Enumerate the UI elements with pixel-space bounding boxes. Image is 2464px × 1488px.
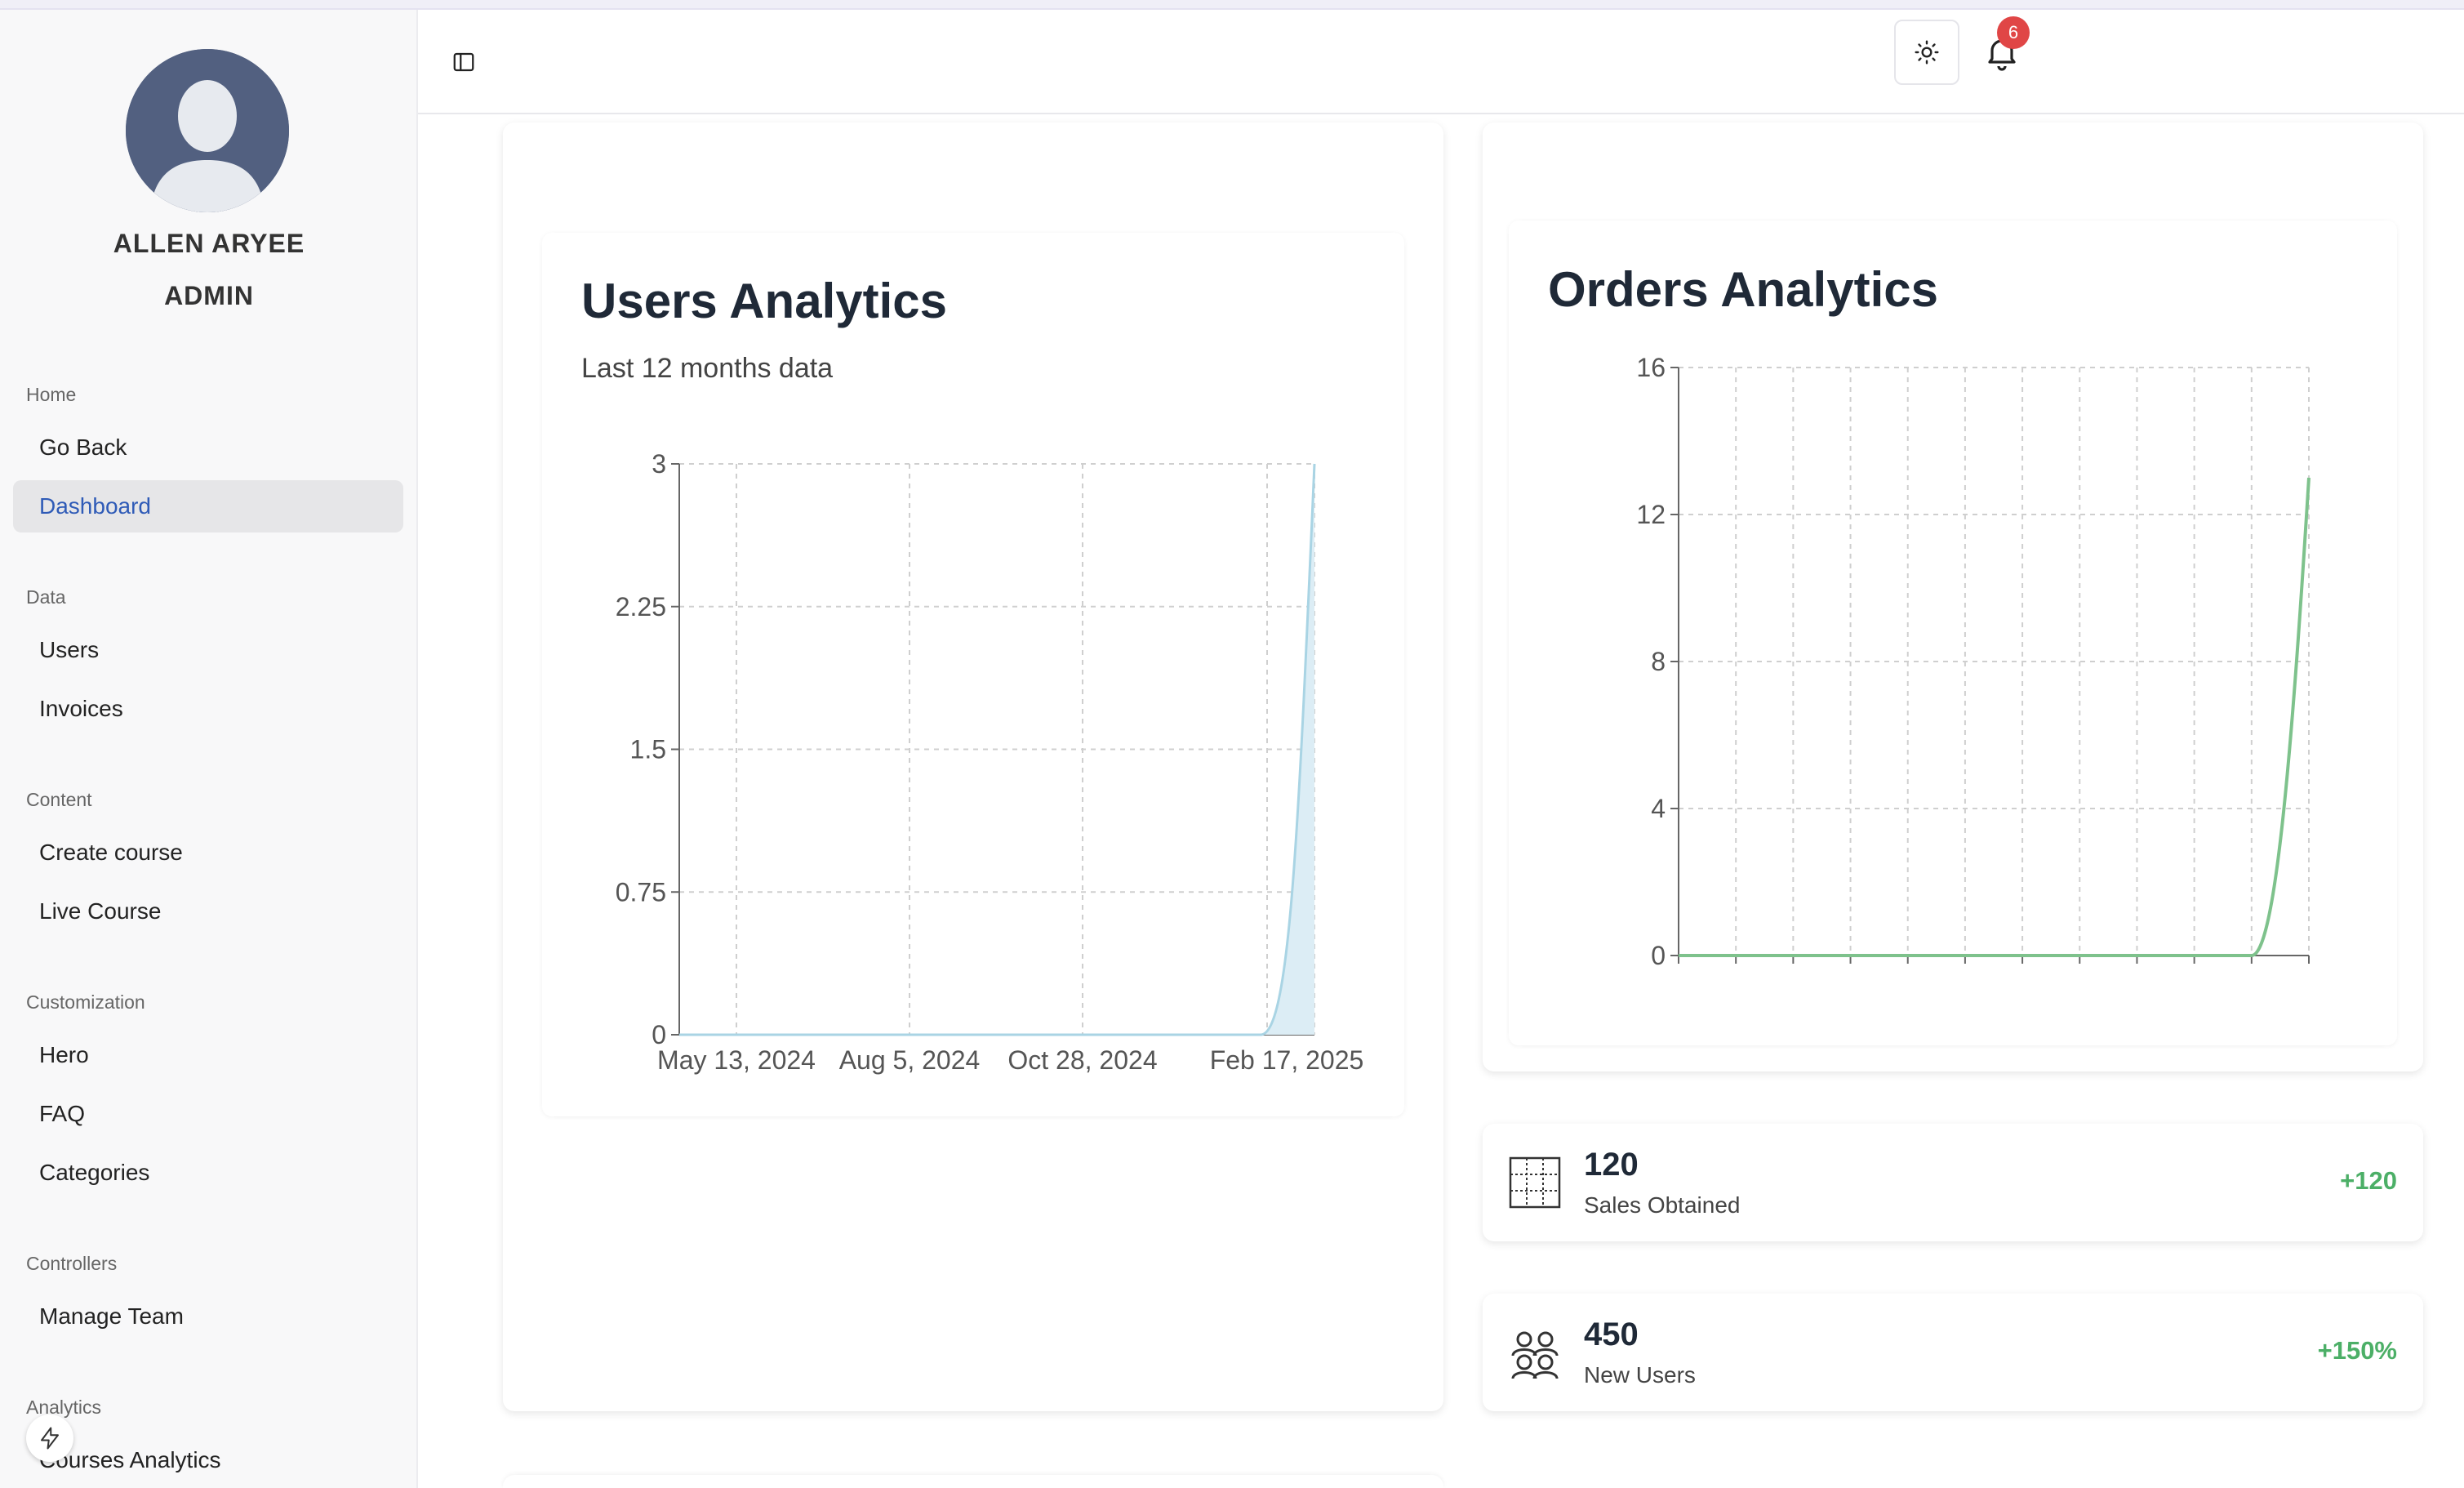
users-analytics-subtitle: Last 12 months data: [581, 353, 834, 384]
stat-label: Sales Obtained: [1584, 1192, 1741, 1218]
x-tick-label: Oct 28, 2024: [1007, 1045, 1157, 1075]
sidebar: ALLEN ARYEE ADMIN Home Go Back Dashboard…: [0, 10, 418, 1488]
y-tick-label: 0.75: [616, 877, 666, 907]
theme-toggle-button[interactable]: [1894, 20, 1959, 85]
x-tick-label: Feb 17, 2025: [1210, 1045, 1364, 1075]
section-label-content: Content: [26, 789, 92, 810]
user-silhouette-icon: [126, 49, 289, 212]
sidebar-item-users[interactable]: Users: [13, 624, 403, 676]
y-tick-label: 12: [1636, 500, 1666, 529]
table-grid-icon: [1509, 1156, 1561, 1209]
sidebar-item-create-course[interactable]: Create course: [13, 826, 403, 879]
orders-analytics-chart: 0 4 8 12 16: [1636, 353, 2311, 970]
user-role: ADMIN: [164, 281, 254, 310]
y-tick-label: 4: [1651, 794, 1666, 823]
bolt-icon: [41, 1427, 59, 1450]
sidebar-toggle-button[interactable]: [447, 46, 480, 78]
users-group-icon: [1511, 1331, 1559, 1379]
section-label-home: Home: [26, 384, 77, 405]
sidebar-item-go-back[interactable]: Go Back: [13, 421, 403, 474]
users-analytics-title: Users Analytics: [581, 274, 948, 328]
sidebar-item-invoices[interactable]: Invoices: [13, 683, 403, 735]
orders-analytics-title: Orders Analytics: [1548, 262, 1938, 317]
sidebar-item-manage-team[interactable]: Manage Team: [13, 1290, 403, 1343]
stat-change: +150%: [2317, 1336, 2397, 1365]
sidebar-item-faq[interactable]: FAQ: [13, 1088, 403, 1140]
y-tick-label: 0: [1651, 941, 1666, 970]
sidebar-item-live-course[interactable]: Live Course: [13, 885, 403, 938]
stat-label: New Users: [1584, 1362, 1696, 1388]
orders-series-line: [1679, 477, 2311, 957]
top-progress-line: [0, 0, 2464, 10]
sidebar-item-dashboard[interactable]: Dashboard: [13, 480, 403, 532]
section-label-customization: Customization: [26, 991, 145, 1013]
quick-action-button[interactable]: [26, 1414, 73, 1462]
next-card-edge: [503, 1475, 1443, 1488]
section-label-data: Data: [26, 586, 66, 608]
sidebar-item-hero[interactable]: Hero: [13, 1029, 403, 1081]
stat-card-sales: 120 Sales Obtained +120: [1483, 1124, 2423, 1241]
users-analytics-chart: 00.751.52.253May 13, 2024 Aug 5, 2024 Oct …: [616, 449, 1364, 1075]
x-tick-label: May 13, 2024: [657, 1045, 816, 1075]
section-label-controllers: Controllers: [26, 1253, 118, 1274]
y-tick-label: 1.5: [630, 735, 666, 764]
stat-change: +120: [2340, 1166, 2397, 1195]
y-tick-label: 16: [1636, 353, 1666, 382]
y-tick-label: 2.25: [616, 592, 666, 621]
sidebar-item-categories[interactable]: Categories: [13, 1147, 403, 1199]
stat-card-new-users: 450 New Users +150%: [1483, 1294, 2423, 1411]
section-label-analytics: Analytics: [26, 1397, 102, 1418]
sun-icon: [1915, 40, 1939, 65]
stat-value: 450: [1584, 1316, 1639, 1352]
notification-count-badge: 6: [1997, 16, 2030, 49]
top-header: [418, 10, 2464, 114]
avatar[interactable]: [126, 49, 289, 212]
y-tick-label: 3: [652, 449, 666, 479]
y-tick-label: 8: [1651, 647, 1666, 676]
user-name: ALLEN ARYEE: [113, 229, 305, 258]
x-tick-label: Aug 5, 2024: [839, 1045, 981, 1075]
stat-value: 120: [1584, 1147, 1639, 1183]
sidebar-panel-icon: [453, 52, 474, 72]
